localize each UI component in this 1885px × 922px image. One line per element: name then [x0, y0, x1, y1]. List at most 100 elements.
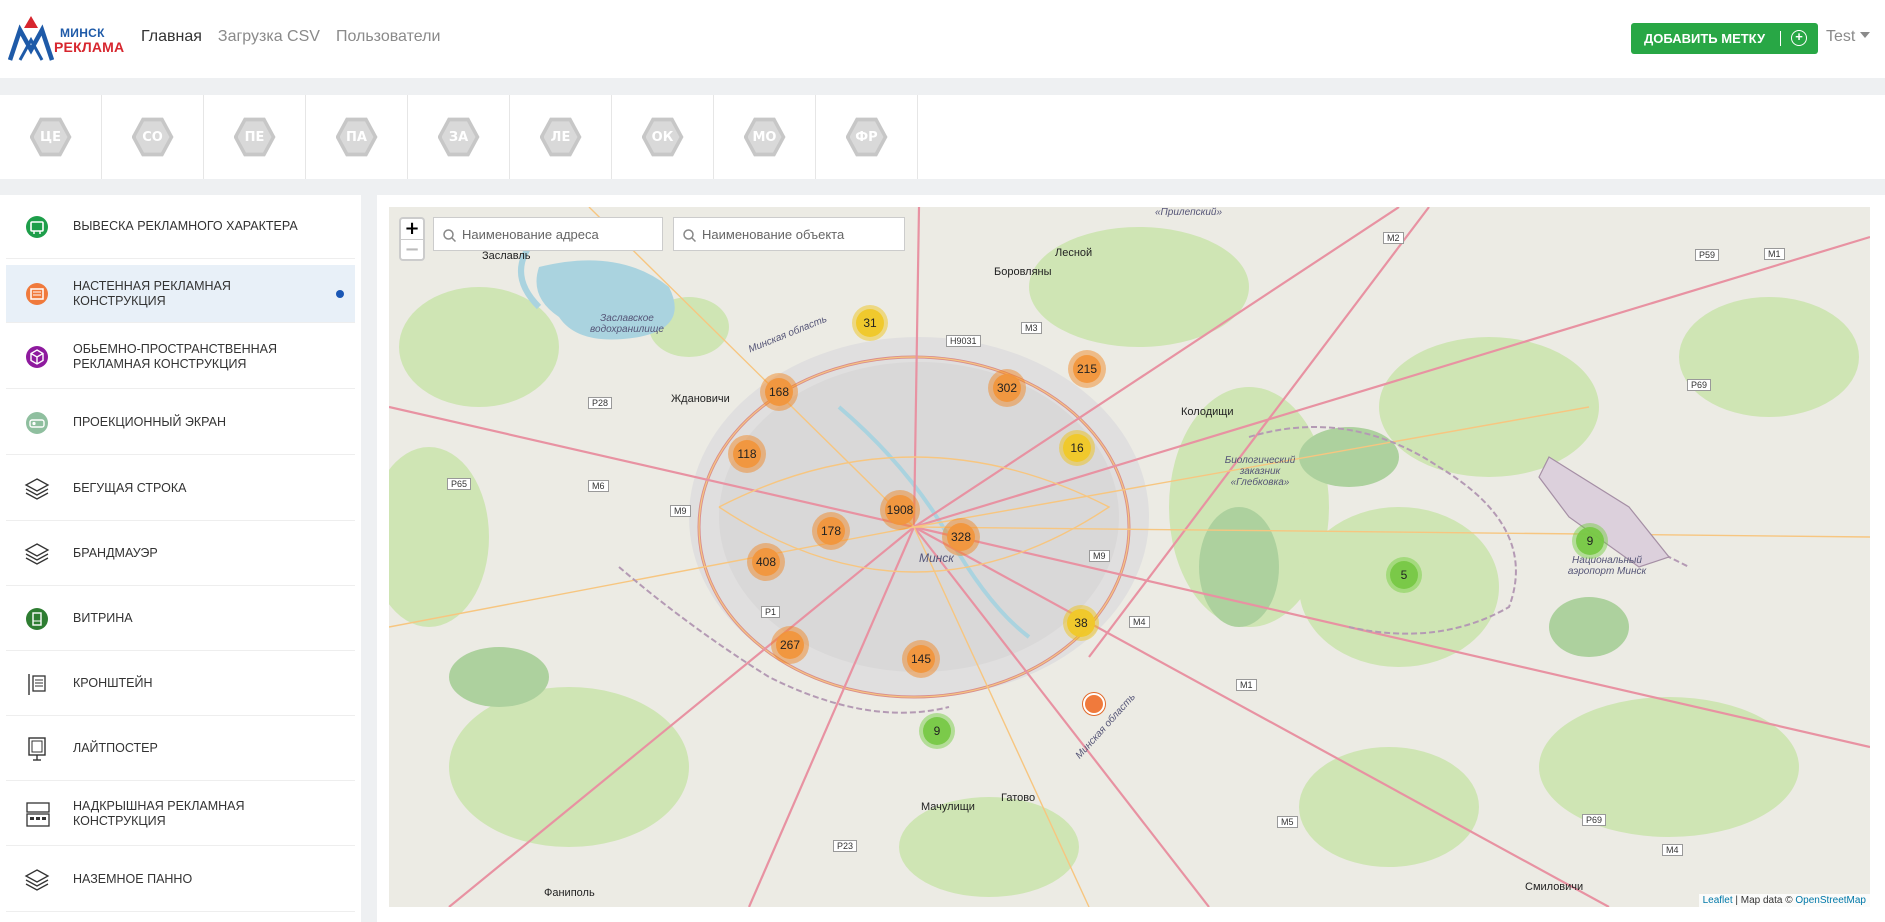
zoom-in-button[interactable]: +	[401, 219, 423, 239]
logo[interactable]: МИНСК РЕКЛАМА	[8, 16, 124, 62]
search-icon	[443, 229, 456, 242]
road-shield: P69	[1582, 814, 1607, 826]
address-search-placeholder: Наименование адреса	[462, 226, 599, 242]
map-background	[389, 207, 1870, 907]
sidebar-item-projection-screen[interactable]: ПРОЕКЦИОННЫЙ ЭКРАН	[6, 391, 355, 455]
place-label: Смиловичи	[1525, 881, 1584, 893]
place-label: Мачулищи	[921, 801, 975, 813]
nav-users[interactable]: Пользователи	[336, 28, 440, 46]
marker-cluster[interactable]: 31	[852, 305, 888, 341]
road-shield: M2	[1383, 232, 1404, 244]
osm-link[interactable]: OpenStreetMap	[1795, 895, 1866, 906]
category-filter-bar: ЦЕ СО ПЕ ПА ЗА ЛЕ ОК МО ФР	[0, 95, 1885, 179]
wall-billboard-icon	[24, 281, 50, 307]
marker-cluster[interactable]: 168	[760, 373, 798, 411]
sidebar-item-firewall[interactable]: БРАНДМАУЭР	[6, 522, 355, 586]
category-filter-pa[interactable]: ПА	[306, 95, 408, 179]
marker-cluster[interactable]: 1908	[880, 490, 920, 530]
hexagon-icon: ПА	[335, 117, 378, 157]
sidebar-item-sign[interactable]: ВЫВЕСКА РЕКЛАМНОГО ХАРАКТЕРА	[6, 195, 355, 259]
zoom-out-button[interactable]: −	[401, 239, 423, 260]
active-indicator-dot	[336, 289, 344, 298]
place-label: Гатово	[1001, 792, 1036, 804]
place-label: «Прилепский»	[1155, 207, 1223, 218]
marker-cluster[interactable]: 302	[988, 369, 1026, 407]
sidebar-item-label: БЕГУЩАЯ СТРОКА	[73, 481, 187, 495]
road-shield: M5	[1277, 816, 1298, 828]
marker-cluster[interactable]: 328	[942, 518, 980, 556]
sidebar-item-wall-construction[interactable]: НАСТЕННАЯ РЕКЛАМНАЯ КОНСТРУКЦИЯ	[6, 265, 355, 323]
marker-cluster[interactable]: 9	[1572, 523, 1608, 559]
marker-cluster[interactable]: 9	[919, 713, 955, 749]
marker-cluster[interactable]: 267	[771, 626, 809, 664]
sidebar-item-label: НАДКРЫШНАЯ РЕКЛАМНАЯ КОНСТРУКЦИЯ	[73, 798, 245, 828]
sidebar-item-rooftop[interactable]: НАДКРЫШНАЯ РЕКЛАМНАЯ КОНСТРУКЦИЯ	[6, 782, 355, 846]
nav-csv-upload[interactable]: Загрузка CSV	[218, 28, 320, 46]
sidebar-item-label: ВИТРИНА	[73, 611, 133, 625]
object-search-input[interactable]: Наименование объекта	[673, 217, 905, 251]
hexagon-icon: ЦЕ	[29, 117, 72, 157]
hexagon-icon: ОК	[641, 117, 684, 157]
place-label: Боровляны	[994, 266, 1052, 278]
button-separator	[1780, 31, 1781, 46]
sidebar-item-label: ОБЬЕМНО-ПРОСТРАНСТВЕННАЯ РЕКЛАМНАЯ КОНСТР…	[73, 341, 278, 371]
category-filter-le[interactable]: ЛЕ	[510, 95, 612, 179]
category-filter-ok[interactable]: ОК	[612, 95, 714, 179]
category-filter-za[interactable]: ЗА	[408, 95, 510, 179]
marker-cluster[interactable]: 215	[1068, 350, 1106, 388]
road-shield: M1	[1764, 248, 1785, 260]
category-filter-pe[interactable]: ПЕ	[204, 95, 306, 179]
hexagon-icon: ЗА	[437, 117, 480, 157]
category-filter-ce[interactable]: ЦЕ	[0, 95, 102, 179]
sidebar-item-volumetric[interactable]: ОБЬЕМНО-ПРОСТРАНСТВЕННАЯ РЕКЛАМНАЯ КОНСТР…	[6, 325, 355, 389]
wall-billboard-marker-icon[interactable]	[1083, 693, 1105, 715]
place-label: Фаниполь	[544, 887, 595, 899]
road-shield: P28	[588, 397, 613, 409]
marker-cluster[interactable]: 408	[747, 543, 785, 581]
road-shield: M9	[670, 505, 691, 517]
marker-cluster[interactable]: 118	[728, 435, 766, 473]
marker-cluster[interactable]: 38	[1063, 605, 1099, 641]
road-shield: M6	[588, 480, 609, 492]
nav-home[interactable]: Главная	[141, 28, 202, 46]
rooftop-icon	[24, 801, 50, 827]
sidebar-item-lightposter[interactable]: ЛАЙТПОСТЕР	[6, 717, 355, 781]
marker-cluster[interactable]: 5	[1386, 557, 1422, 593]
sidebar: ВЫВЕСКА РЕКЛАМНОГО ХАРАКТЕРА НАСТЕННАЯ Р…	[0, 195, 361, 922]
logo-text-bottom: РЕКЛАМА	[54, 39, 125, 55]
map-canvas[interactable]: + − Наименование адреса Наименование объ…	[389, 207, 1870, 907]
category-filter-fr[interactable]: ФР	[816, 95, 918, 179]
sidebar-item-showcase[interactable]: ВИТРИНА	[6, 587, 355, 651]
road-shield: M1	[1236, 679, 1257, 691]
place-label: Заславль	[482, 250, 531, 262]
marker-cluster[interactable]: 145	[902, 640, 940, 678]
marker-cluster[interactable]: 16	[1059, 430, 1095, 466]
address-search-input[interactable]: Наименование адреса	[433, 217, 663, 251]
sidebar-item-running-line[interactable]: БЕГУЩАЯ СТРОКА	[6, 457, 355, 521]
category-filter-so[interactable]: СО	[102, 95, 204, 179]
sidebar-item-label: ВЫВЕСКА РЕКЛАМНОГО ХАРАКТЕРА	[73, 219, 298, 233]
category-filter-mo[interactable]: МО	[714, 95, 816, 179]
road-shield: P23	[833, 840, 858, 852]
cube-icon	[24, 344, 50, 370]
road-shield: M3	[1021, 322, 1042, 334]
hexagon-icon: ЛЕ	[539, 117, 582, 157]
caret-down-icon	[1860, 32, 1871, 38]
marker-cluster[interactable]: 178	[812, 512, 850, 550]
sidebar-item-label: НАЗЕМНОЕ ПАННО	[73, 872, 193, 886]
place-label: Колодищи	[1181, 406, 1234, 418]
sign-icon	[24, 214, 50, 240]
user-menu[interactable]: Test	[1826, 28, 1871, 46]
logo-icon	[8, 16, 54, 61]
sidebar-item-ground-panel[interactable]: НАЗЕМНОЕ ПАННО	[6, 848, 355, 912]
road-shield: M4	[1662, 844, 1683, 856]
road-shield: H9031	[946, 335, 981, 347]
leaflet-link[interactable]: Leaflet	[1703, 895, 1733, 906]
road-shield: M9	[1089, 550, 1110, 562]
layers-icon	[24, 867, 50, 893]
add-marker-button[interactable]: ДОБАВИТЬ МЕТКУ +	[1631, 23, 1818, 54]
place-label: Минск	[919, 551, 954, 565]
sidebar-item-bracket[interactable]: КРОНШТЕЙН	[6, 652, 355, 716]
hexagon-icon: ФР	[845, 117, 888, 157]
lightposter-icon	[24, 736, 50, 762]
